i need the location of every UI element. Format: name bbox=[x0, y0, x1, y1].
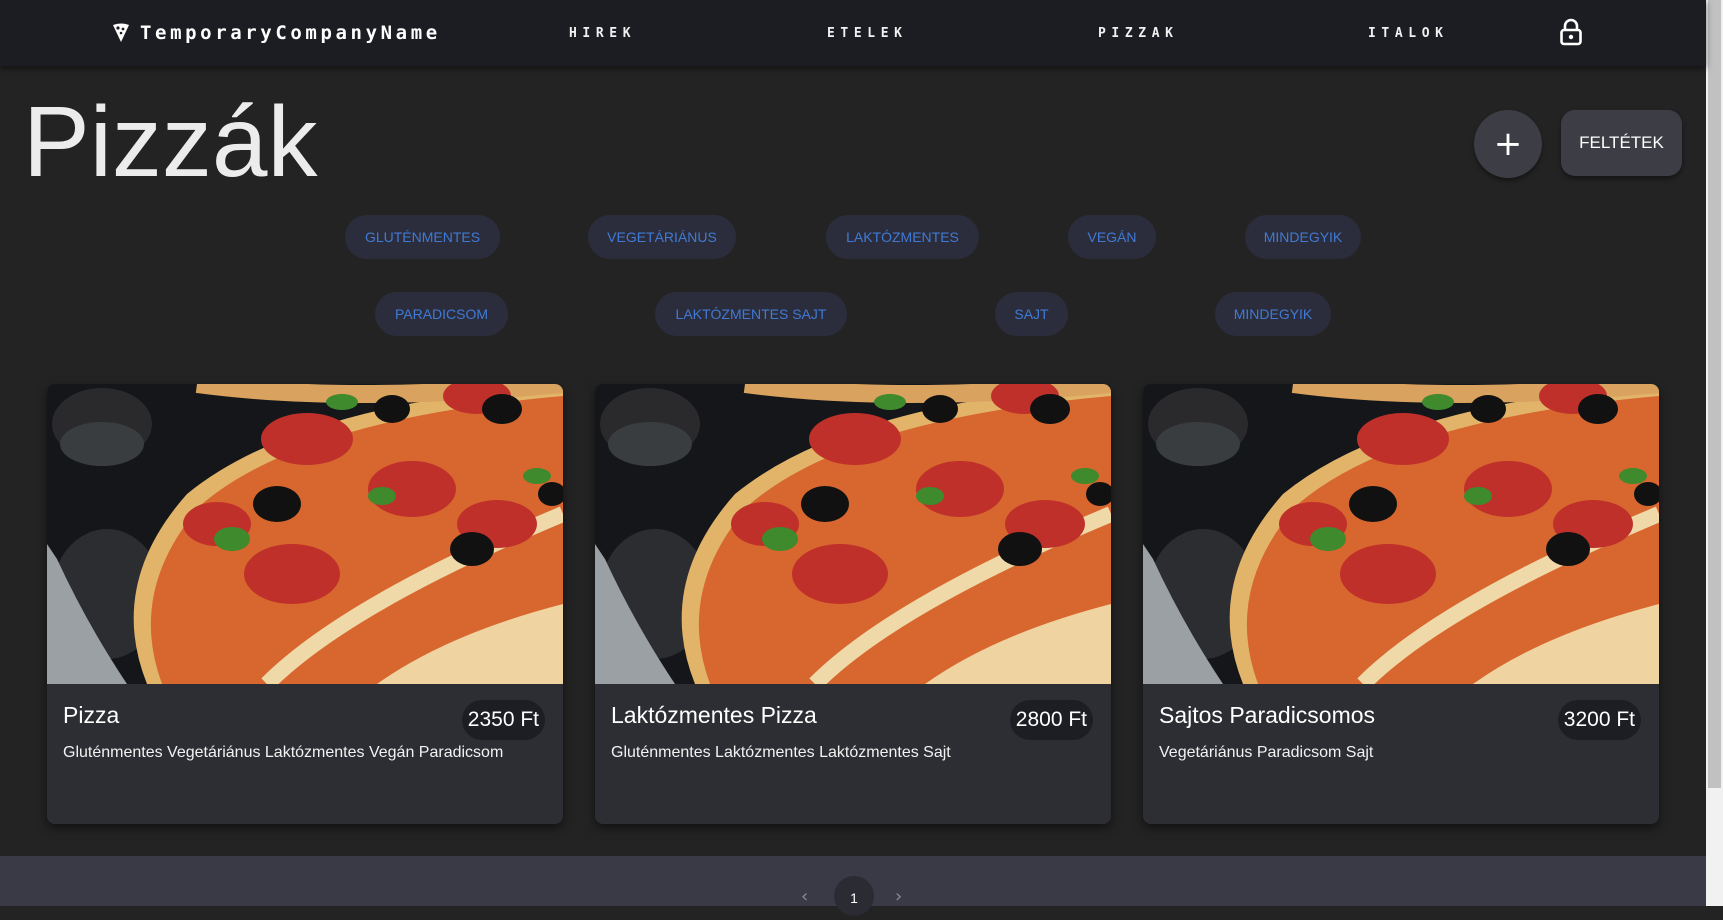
card-tags: Gluténmentes Laktózmentes Laktózmentes S… bbox=[611, 744, 951, 761]
filter-chip-glutenmentes[interactable]: GLUTÉNMENTES bbox=[345, 215, 500, 259]
filter-chip-mindegyik-2[interactable]: MINDEGYIK bbox=[1215, 292, 1331, 336]
filter-chip-mindegyik[interactable]: MINDEGYIK bbox=[1245, 215, 1361, 259]
pizza-image bbox=[595, 384, 1111, 684]
pizza-image bbox=[47, 384, 563, 684]
pagination-prev-icon[interactable]: ‹ bbox=[801, 886, 808, 907]
pizza-card[interactable]: Laktózmentes Pizza 2800 Ft Gluténmentes … bbox=[595, 384, 1111, 824]
card-price-badge: 3200 Ft bbox=[1557, 700, 1641, 740]
card-tags: Gluténmentes Vegetáriánus Laktózmentes V… bbox=[63, 744, 504, 761]
scrollbar-thumb[interactable] bbox=[1708, 0, 1721, 788]
lock-icon[interactable] bbox=[1558, 18, 1584, 46]
pizza-slice-icon bbox=[113, 23, 129, 42]
top-navbar: TemporaryCompanyName HIREK ETELEK PIZZAK… bbox=[0, 0, 1706, 66]
pagination-page-current[interactable]: 1 bbox=[834, 876, 874, 916]
card-price-badge: 2350 Ft bbox=[461, 700, 545, 740]
add-pizza-button[interactable]: + bbox=[1474, 110, 1542, 178]
filter-chip-laktozmentes-sajt[interactable]: LAKTÓZMENTES SAJT bbox=[655, 292, 847, 336]
card-title: Pizza bbox=[63, 702, 120, 728]
card-title: Laktózmentes Pizza bbox=[611, 702, 817, 728]
nav-item-italok[interactable]: ITALOK bbox=[1368, 26, 1449, 41]
brand-name: TemporaryCompanyName bbox=[140, 22, 441, 44]
filter-chip-paradicsom[interactable]: PARADICSOM bbox=[375, 292, 508, 336]
page-title: Pizzák bbox=[23, 86, 318, 198]
nav-item-etelek[interactable]: ETELEK bbox=[827, 26, 908, 41]
pagination-next-icon[interactable]: › bbox=[895, 886, 902, 907]
filter-chip-vegan[interactable]: VEGÁN bbox=[1068, 215, 1156, 259]
pizza-image bbox=[1143, 384, 1659, 684]
filter-chip-vegetarianus[interactable]: VEGETÁRIÁNUS bbox=[588, 215, 736, 259]
nav-item-hirek[interactable]: HIREK bbox=[569, 26, 636, 41]
nav-item-pizzak[interactable]: PIZZAK bbox=[1098, 26, 1179, 41]
card-price-badge: 2800 Ft bbox=[1009, 700, 1093, 740]
pizza-card[interactable]: Sajtos Paradicsomos 3200 Ft Vegetáriánus… bbox=[1143, 384, 1659, 824]
card-tags: Vegetáriánus Paradicsom Sajt bbox=[1159, 744, 1374, 761]
filter-chip-sajt[interactable]: SAJT bbox=[995, 292, 1068, 336]
pizza-card[interactable]: Pizza 2350 Ft Gluténmentes Vegetáriánus … bbox=[47, 384, 563, 824]
card-title: Sajtos Paradicsomos bbox=[1159, 702, 1376, 728]
brand-link[interactable]: TemporaryCompanyName bbox=[112, 22, 441, 44]
filter-chip-laktozmentes[interactable]: LAKTÓZMENTES bbox=[826, 215, 979, 259]
conditions-button[interactable]: FELTÉTEK bbox=[1561, 110, 1682, 176]
